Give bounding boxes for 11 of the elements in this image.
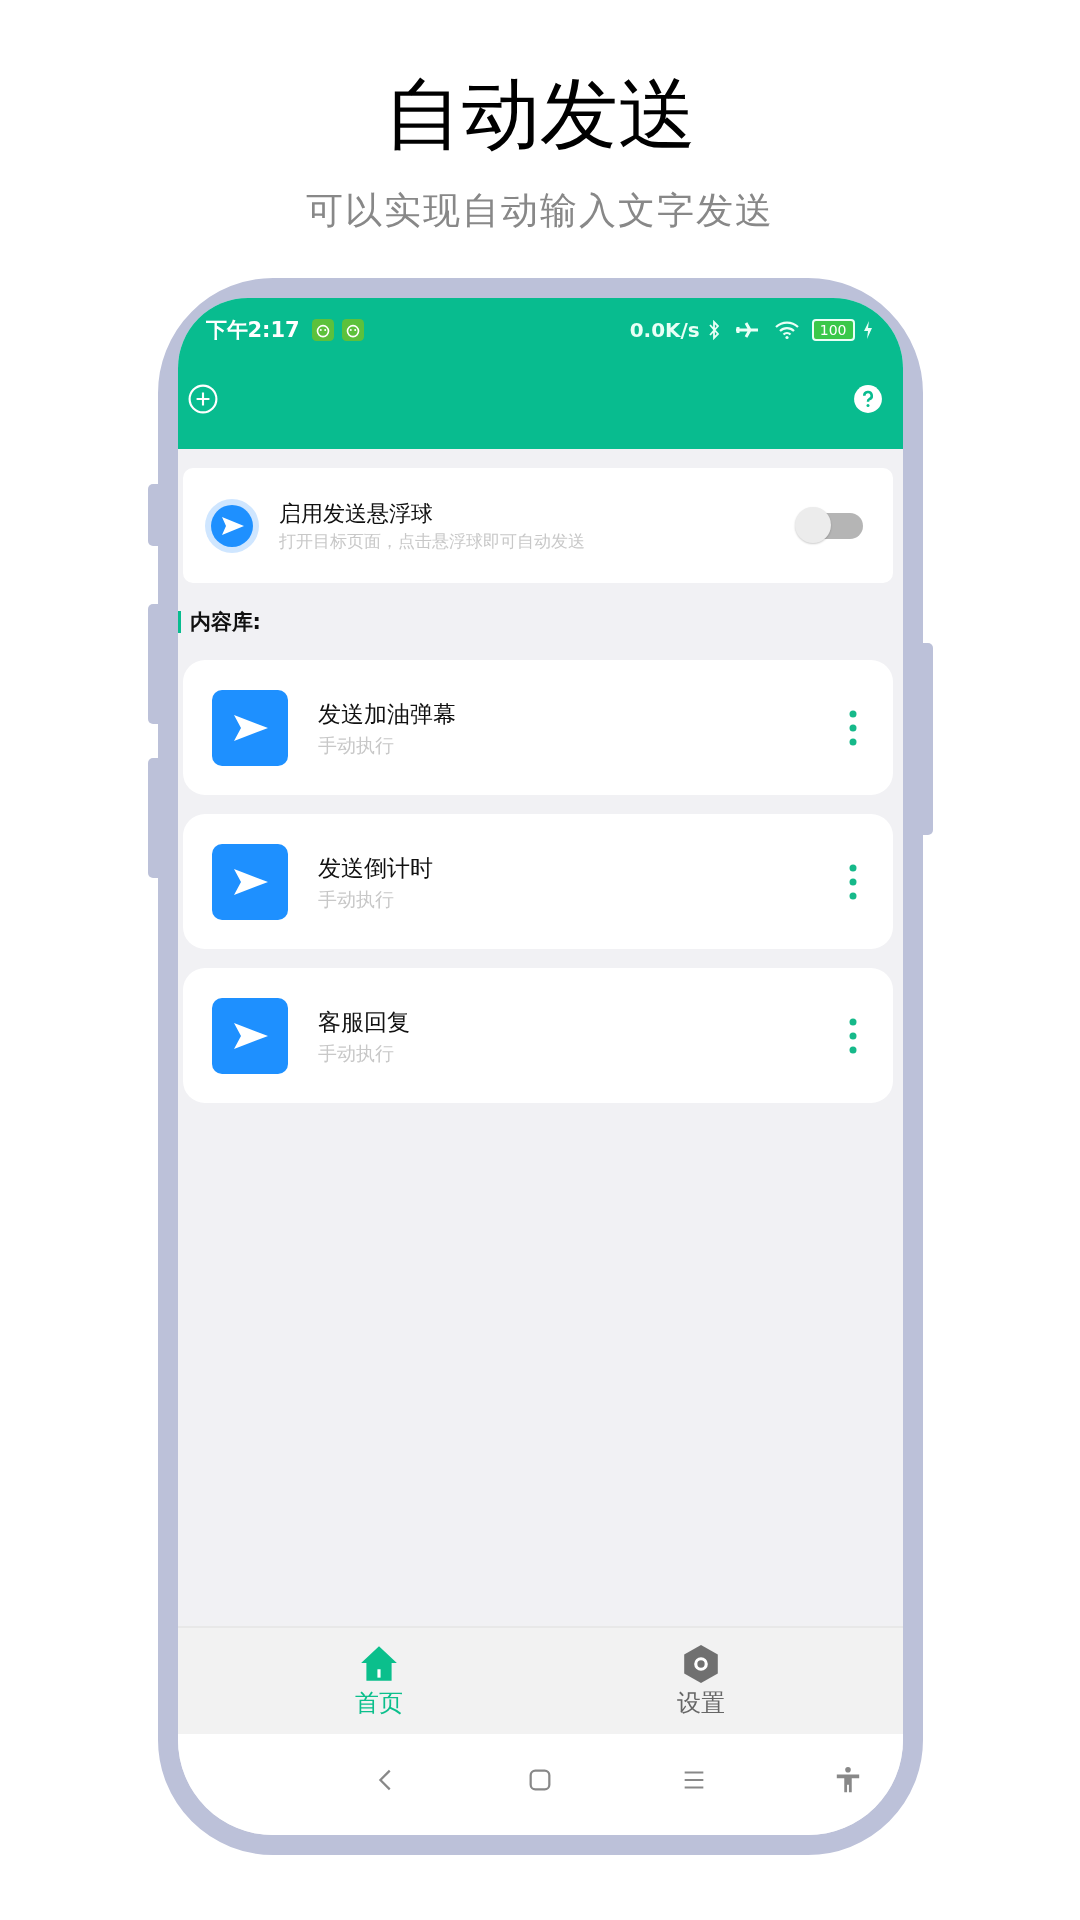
item-title: 发送加油弹幕 bbox=[317, 699, 457, 729]
page-subheading: 可以实现自动输入文字发送 bbox=[306, 188, 774, 234]
status-time: 下午2:17 bbox=[205, 317, 300, 344]
battery-indicator: 100 bbox=[811, 319, 855, 341]
item-title: 发送倒计时 bbox=[317, 853, 434, 883]
section-title: 内容库: bbox=[189, 608, 261, 636]
setting-title: 启用发送悬浮球 bbox=[278, 499, 434, 528]
tab[interactable]: 设置 bbox=[540, 1628, 863, 1734]
item-title: 客服回复 bbox=[317, 1007, 411, 1037]
network-speed: 0.0K/s bbox=[629, 318, 700, 342]
page-heading: 自动发送 bbox=[384, 68, 696, 161]
